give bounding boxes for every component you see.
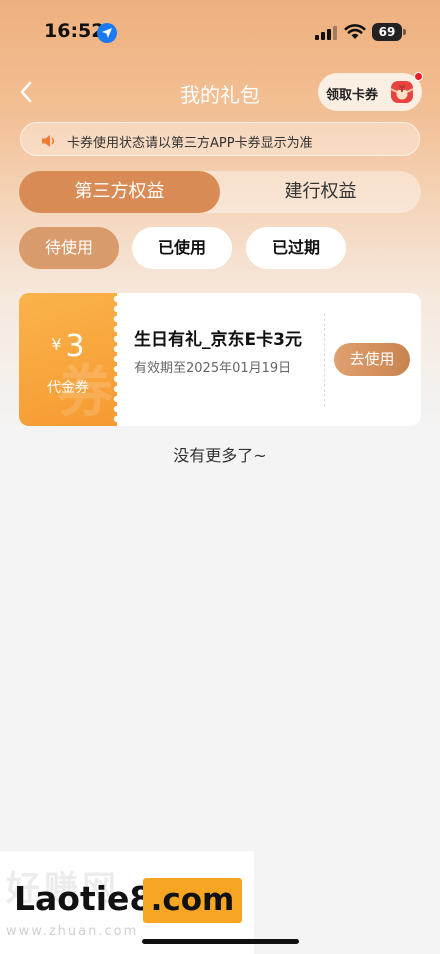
voucher-type-label: 代金券 [47,380,89,396]
watermark-main-text: Laotie8 [14,879,153,918]
filter-expired[interactable]: 已过期 [246,227,346,269]
tab-third-party-benefits[interactable]: 第三方权益 [19,171,220,213]
filter-unused[interactable]: 待使用 [19,227,119,269]
status-time: 16:52 [44,20,105,42]
tab-ccb-benefits[interactable]: 建行权益 [220,171,421,213]
voucher-title: 生日有礼_京东E卡3元 [134,330,302,350]
filter-used[interactable]: 已使用 [132,227,232,269]
notification-dot [414,72,423,81]
battery-icon: 69 [372,23,402,41]
nav-bar: 我的礼包 领取卡券 ¥ [0,70,440,114]
home-indicator[interactable] [142,939,299,944]
coupon-icon-symbol: ¥ [398,84,406,95]
status-bar: 16:52 69 [0,0,440,64]
voucher-amount-panel: 券 ¥3 代金券 [19,293,117,426]
notice-text: 卡券使用状态请以第三方APP卡券显示为准 [67,136,313,151]
voucher-card[interactable]: 券 ¥3 代金券 生日有礼_京东E卡3元 有效期至2025年01月19日 去使用 [19,293,421,426]
watermark-url-text: www.zhuan.com [6,924,139,939]
voucher-details: 生日有礼_京东E卡3元 有效期至2025年01月19日 去使用 [117,293,421,426]
benefit-type-tabs: 第三方权益 建行权益 [19,171,421,213]
claim-coupon-label: 领取卡券 [326,88,379,103]
notice-banner: 卡券使用状态请以第三方APP卡券显示为准 [20,122,420,156]
voucher-value: 3 [65,329,85,364]
voucher-divider [324,313,325,407]
claim-coupon-button[interactable]: 领取卡券 ¥ [318,73,422,111]
battery-tip [403,29,406,35]
use-voucher-button[interactable]: 去使用 [334,343,410,376]
watermark-com-text: .com [143,878,242,923]
voucher-currency: ¥ [51,335,62,354]
speaker-icon [41,133,57,152]
wifi-icon [344,23,366,44]
voucher-expiry: 有效期至2025年01月19日 [134,361,292,376]
cellular-signal-icon [315,24,337,40]
list-end-text: 没有更多了~ [173,446,267,465]
location-arrow-icon [97,23,117,43]
voucher-amount: ¥3 [19,329,117,364]
